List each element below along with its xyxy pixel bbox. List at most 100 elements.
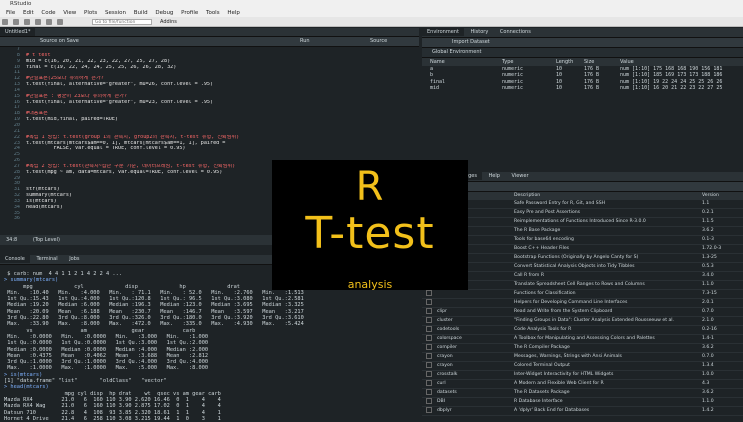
menu-build[interactable]: Build: [134, 10, 148, 16]
addins-button[interactable]: Addins: [160, 19, 177, 25]
global-environment-dropdown[interactable]: Global Environment: [432, 49, 481, 55]
package-ver: 0.7.0: [702, 354, 714, 359]
menu-file[interactable]: File: [6, 10, 15, 16]
menu-code[interactable]: Code: [41, 10, 55, 16]
package-name[interactable]: crosstalk: [437, 371, 457, 379]
scope-indicator[interactable]: (Top Level): [33, 237, 60, 243]
package-row[interactable]: codetools Code Analysis Tools for R 0.2-16: [422, 326, 743, 335]
col-value[interactable]: Value: [620, 58, 634, 66]
col-type[interactable]: Type: [502, 58, 513, 66]
source-button[interactable]: Source: [370, 37, 387, 45]
tab-terminal[interactable]: Terminal: [31, 255, 62, 263]
menu-profile[interactable]: Profile: [181, 10, 198, 16]
package-row[interactable]: compiler The R Compiler Package 3.6.2: [422, 344, 743, 353]
save-all-icon[interactable]: [45, 19, 52, 25]
package-name[interactable]: crayon: [437, 353, 453, 361]
package-checkbox[interactable]: [426, 380, 432, 386]
menu-session[interactable]: Session: [105, 10, 126, 16]
package-row[interactable]: cluster "Finding Groups in Data": Cluster…: [422, 317, 743, 326]
package-row[interactable]: dbplyr A 'dplyr' Back End for Databases 1.…: [422, 407, 743, 416]
package-checkbox[interactable]: [426, 299, 432, 305]
col-length[interactable]: Length: [556, 58, 573, 66]
package-checkbox[interactable]: [426, 407, 432, 413]
tab-history[interactable]: History: [466, 28, 494, 36]
tab-environment[interactable]: Environment: [422, 28, 464, 36]
col-description[interactable]: Description: [514, 192, 540, 200]
package-checkbox[interactable]: [426, 335, 432, 341]
package-row[interactable]: clipr Read and Write from the System Clip…: [422, 308, 743, 317]
save-icon[interactable]: [34, 19, 41, 25]
package-checkbox[interactable]: [426, 362, 432, 368]
package-row[interactable]: Translate Spreadsheet Cell Ranges to Row…: [422, 281, 743, 290]
package-checkbox[interactable]: [426, 353, 432, 359]
tab-viewer[interactable]: Viewer: [507, 172, 534, 180]
package-name[interactable]: datasets: [437, 389, 457, 397]
package-name[interactable]: curl: [437, 380, 446, 388]
package-checkbox[interactable]: [426, 398, 432, 404]
package-row[interactable]: The R Base Package 3.6.2: [422, 227, 743, 236]
package-checkbox[interactable]: [426, 389, 432, 395]
menu-help[interactable]: Help: [227, 10, 240, 16]
package-row[interactable]: crayon Messages, Warnings, Strings with A…: [422, 353, 743, 362]
package-name[interactable]: DBI: [437, 398, 445, 406]
package-row[interactable]: Safe Password Entry for R, Git, and SSH 1…: [422, 200, 743, 209]
package-row[interactable]: crosstalk Inter-Widget Interactivity for …: [422, 371, 743, 380]
open-file-icon[interactable]: [23, 19, 30, 25]
package-ver: 1.3.4: [702, 363, 714, 368]
package-name[interactable]: colorspace: [437, 335, 462, 343]
package-ver: 2.1.0: [702, 318, 714, 323]
package-ver: 3.6.2: [702, 345, 714, 350]
package-row[interactable]: Functions for Classification 7.3-15: [422, 290, 743, 299]
package-name[interactable]: cluster: [437, 317, 453, 325]
col-size[interactable]: Size: [584, 58, 594, 66]
package-row[interactable]: Call R from R 3.4.0: [422, 272, 743, 281]
package-row[interactable]: Bootstrap Functions (Originally by Angel…: [422, 254, 743, 263]
package-desc: Bootstrap Functions (Originally by Angel…: [514, 255, 639, 260]
new-project-icon[interactable]: [12, 19, 19, 25]
package-row[interactable]: curl A Modern and Flexible Web Client for…: [422, 380, 743, 389]
package-row[interactable]: DBI R Database Interface 1.1.0: [422, 398, 743, 407]
package-row[interactable]: Helpers for Developing Command Line Inte…: [422, 299, 743, 308]
package-checkbox[interactable]: [426, 344, 432, 350]
menu-edit[interactable]: Edit: [23, 10, 34, 16]
package-row[interactable]: crayon Colored Terminal Output 1.3.4: [422, 362, 743, 371]
package-row[interactable]: Easy Pre and Post Assertions 0.2.1: [422, 209, 743, 218]
package-row[interactable]: datasets The R Datasets Package 3.6.2: [422, 389, 743, 398]
package-checkbox[interactable]: [426, 371, 432, 377]
package-name[interactable]: compiler: [437, 344, 457, 352]
package-checkbox[interactable]: [426, 326, 432, 332]
tab-connections[interactable]: Connections: [495, 28, 536, 36]
package-name[interactable]: codetools: [437, 326, 459, 334]
code-text: #단일표본(25보다 유의하게 큰가?: [26, 76, 104, 82]
menu-debug[interactable]: Debug: [155, 10, 173, 16]
col-name[interactable]: Name: [430, 58, 445, 66]
col-version[interactable]: Version: [702, 192, 719, 200]
package-ver: 1.4.2: [702, 408, 714, 413]
menu-view[interactable]: View: [63, 10, 76, 16]
package-row[interactable]: Convert Statistical Analysis Objects int…: [422, 263, 743, 272]
run-button[interactable]: Run: [300, 37, 310, 45]
package-ver: 1.4-1: [702, 336, 714, 341]
new-file-icon[interactable]: [2, 19, 8, 25]
source-on-save-checkbox[interactable]: Source on Save: [40, 38, 79, 44]
package-checkbox[interactable]: [426, 317, 432, 323]
package-row[interactable]: Reimplementations of Functions Introduce…: [422, 218, 743, 227]
menu-tools[interactable]: Tools: [206, 10, 220, 16]
package-row[interactable]: Boost C++ Header Files 1.72.0-3: [422, 245, 743, 254]
tab-help[interactable]: Help: [484, 172, 505, 180]
tab-console[interactable]: Console: [0, 255, 30, 263]
package-name[interactable]: dbplyr: [437, 407, 452, 415]
menu-plots[interactable]: Plots: [84, 10, 97, 16]
console-line: Hornet 4 Drive 21.4 6 258 110 3.08 3.215…: [4, 415, 221, 422]
package-row[interactable]: Tools for base64 encoding 0.1-3: [422, 236, 743, 245]
print-icon[interactable]: [56, 19, 63, 25]
package-name[interactable]: clipr: [437, 308, 447, 316]
env-row[interactable]: mid numeric 10 176 B num [1:10] 16 20 21 22 …: [422, 85, 743, 91]
go-to-file-input[interactable]: Go to file/function: [92, 19, 152, 25]
package-checkbox[interactable]: [426, 308, 432, 314]
package-name[interactable]: crayon: [437, 362, 453, 370]
editor-tab-untitled1[interactable]: Untitled1*: [0, 28, 36, 36]
tab-jobs[interactable]: Jobs: [64, 255, 84, 263]
import-dataset-button[interactable]: Import Dataset: [452, 39, 490, 45]
package-row[interactable]: colorspace A Toolbox for Manipulating and…: [422, 335, 743, 344]
